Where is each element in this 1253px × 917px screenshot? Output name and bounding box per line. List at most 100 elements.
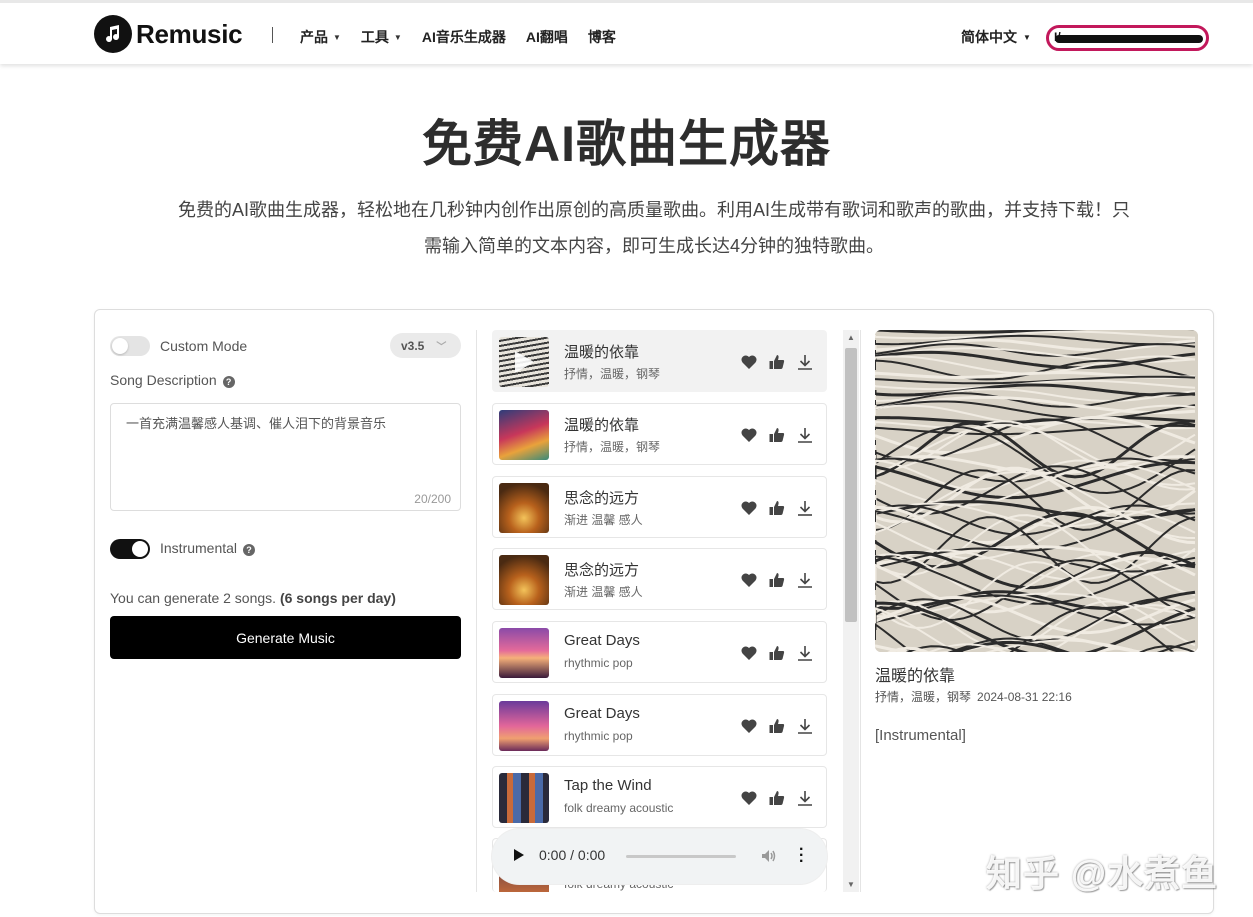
- song-description-label: Song Description: [110, 372, 217, 388]
- play-icon[interactable]: [499, 337, 549, 387]
- thumbs-up-icon[interactable]: [768, 789, 786, 807]
- song-thumbnail[interactable]: [499, 628, 549, 678]
- logo[interactable]: Remusic: [94, 15, 243, 53]
- thumbs-up-icon[interactable]: [768, 571, 786, 589]
- detail-datetime: 2024-08-31 22:16: [977, 690, 1072, 704]
- song-thumbnail[interactable]: [499, 773, 549, 823]
- help-icon[interactable]: ?: [222, 376, 235, 388]
- song-tags: folk dreamy acoustic: [564, 801, 674, 815]
- column-divider: [476, 330, 477, 892]
- column-divider: [860, 330, 861, 892]
- song-actions: [740, 789, 824, 807]
- song-tags: 抒情，温暖，钢琴: [564, 367, 661, 381]
- nav-item-blog[interactable]: 博客: [588, 27, 616, 47]
- thumbs-up-icon[interactable]: [768, 499, 786, 517]
- song-item[interactable]: 思念的远方渐进 温馨 感人: [492, 548, 827, 610]
- download-icon[interactable]: [796, 571, 814, 589]
- nav-item-products[interactable]: 产品 ▼: [300, 27, 341, 47]
- page-description: 免费的AI歌曲生成器，轻松地在几秒钟内创作出原创的高质量歌曲。利用AI生成带有歌…: [177, 200, 1130, 256]
- chevron-down-icon: ﹀: [436, 342, 447, 353]
- volume-icon[interactable]: [760, 847, 778, 865]
- nav-label: AI音乐生成器: [421, 29, 506, 45]
- song-title: 温暖的依靠: [564, 344, 640, 361]
- song-thumbnail[interactable]: [499, 337, 549, 387]
- custom-mode-label: Custom Mode: [160, 338, 248, 354]
- more-options-icon[interactable]: · · ·: [799, 842, 804, 870]
- song-description-input[interactable]: 一首充满温馨感人基调、催人泪下的背景音乐 20/200: [110, 403, 461, 511]
- toggle-knob: [132, 541, 148, 557]
- detail-song-title: 温暖的依靠: [875, 668, 956, 685]
- language-selector[interactable]: 简体中文 ▼: [961, 27, 1031, 47]
- nav-label: 博客: [587, 29, 616, 45]
- thumbs-up-icon[interactable]: [768, 426, 786, 444]
- instrumental-toggle[interactable]: [110, 539, 150, 559]
- heart-icon[interactable]: [740, 426, 758, 444]
- version-select[interactable]: v3.5 ﹀: [390, 333, 461, 358]
- song-tags: 渐进 温馨 感人: [564, 513, 643, 527]
- song-thumbnail[interactable]: [499, 410, 549, 460]
- heart-icon[interactable]: [740, 644, 758, 662]
- heart-icon[interactable]: [740, 571, 758, 589]
- song-description-heading: Song Description?: [110, 372, 235, 388]
- nav-item-ai-music-generator[interactable]: AI音乐生成器: [422, 27, 506, 47]
- player-progress-track[interactable]: [626, 855, 736, 858]
- generate-music-button[interactable]: Generate Music: [110, 616, 461, 659]
- caret-down-icon: ▼: [333, 32, 341, 42]
- version-value: v3.5: [401, 338, 425, 353]
- scroll-up-icon[interactable]: ▲: [847, 333, 855, 342]
- custom-mode-toggle[interactable]: [110, 336, 150, 356]
- heart-icon[interactable]: [740, 353, 758, 371]
- song-actions: [740, 717, 824, 735]
- song-item[interactable]: 思念的远方 渐进 温馨 感人: [492, 476, 827, 538]
- user-account-button[interactable]: I/: [1046, 25, 1209, 51]
- thumbs-up-icon[interactable]: [768, 353, 786, 371]
- lyrics-text: [Instrumental]: [875, 727, 966, 744]
- download-icon[interactable]: [796, 644, 814, 662]
- download-icon[interactable]: [796, 499, 814, 517]
- help-icon[interactable]: ?: [243, 544, 256, 556]
- song-tags: rhythmic pop: [564, 729, 633, 743]
- song-item[interactable]: Great Days rhythmic pop: [492, 694, 827, 756]
- thumbs-up-icon[interactable]: [768, 717, 786, 735]
- song-thumbnail[interactable]: [499, 701, 549, 751]
- song-thumbnail[interactable]: [499, 483, 549, 533]
- redaction-scribble: [1055, 35, 1203, 43]
- play-icon[interactable]: [514, 849, 524, 861]
- download-icon[interactable]: [796, 789, 814, 807]
- nav-item-tools[interactable]: 工具 ▼: [361, 27, 402, 47]
- nav-label: 产品: [300, 29, 328, 45]
- watermark: 知乎 @水煮鱼: [986, 853, 1219, 894]
- scroll-down-icon[interactable]: ▼: [847, 880, 855, 889]
- song-title: 思念的远方: [564, 562, 640, 579]
- main-nav: 产品 ▼ 工具 ▼ AI音乐生成器 AI翻唱 博客: [300, 27, 636, 47]
- song-actions: [740, 571, 824, 589]
- heart-icon[interactable]: [740, 789, 758, 807]
- song-actions: [740, 353, 824, 371]
- instrumental-heading: Instrumental?: [160, 540, 256, 556]
- scrollbar-thumb[interactable]: [845, 348, 857, 622]
- heart-icon[interactable]: [740, 499, 758, 517]
- instrumental-label: Instrumental: [160, 540, 238, 556]
- download-icon[interactable]: [796, 717, 814, 735]
- caret-down-icon: ▼: [1023, 32, 1031, 42]
- download-icon[interactable]: [796, 426, 814, 444]
- player-time: 0:00 / 0:00: [539, 847, 606, 863]
- song-title: 温暖的依靠: [564, 417, 640, 434]
- song-item[interactable]: 温暖的依靠抒情，温暖，钢琴: [492, 330, 827, 392]
- logo-text: Remusic: [136, 18, 243, 49]
- caret-down-icon: ▼: [393, 32, 402, 42]
- heart-icon[interactable]: [740, 717, 758, 735]
- thumbs-up-icon[interactable]: [768, 644, 786, 662]
- song-list-scrollbar[interactable]: ▲ ▼: [843, 330, 859, 892]
- song-tags: 抒情，温暖，钢琴: [564, 440, 661, 454]
- song-actions: [740, 426, 824, 444]
- song-item[interactable]: Tap the Wind folk dreamy acoustic: [492, 766, 827, 828]
- download-icon[interactable]: [796, 353, 814, 371]
- song-tags: 渐进 温馨 感人: [564, 585, 643, 599]
- song-item[interactable]: Great Days rhythmic pop: [492, 621, 827, 683]
- song-thumbnail[interactable]: [499, 555, 549, 605]
- quota-limit: (6 songs per day): [279, 590, 396, 606]
- nav-item-ai-cover[interactable]: AI翻唱: [526, 27, 568, 47]
- song-item[interactable]: 温暖的依靠抒情，温暖，钢琴: [492, 403, 827, 465]
- nav-separator: [272, 27, 273, 43]
